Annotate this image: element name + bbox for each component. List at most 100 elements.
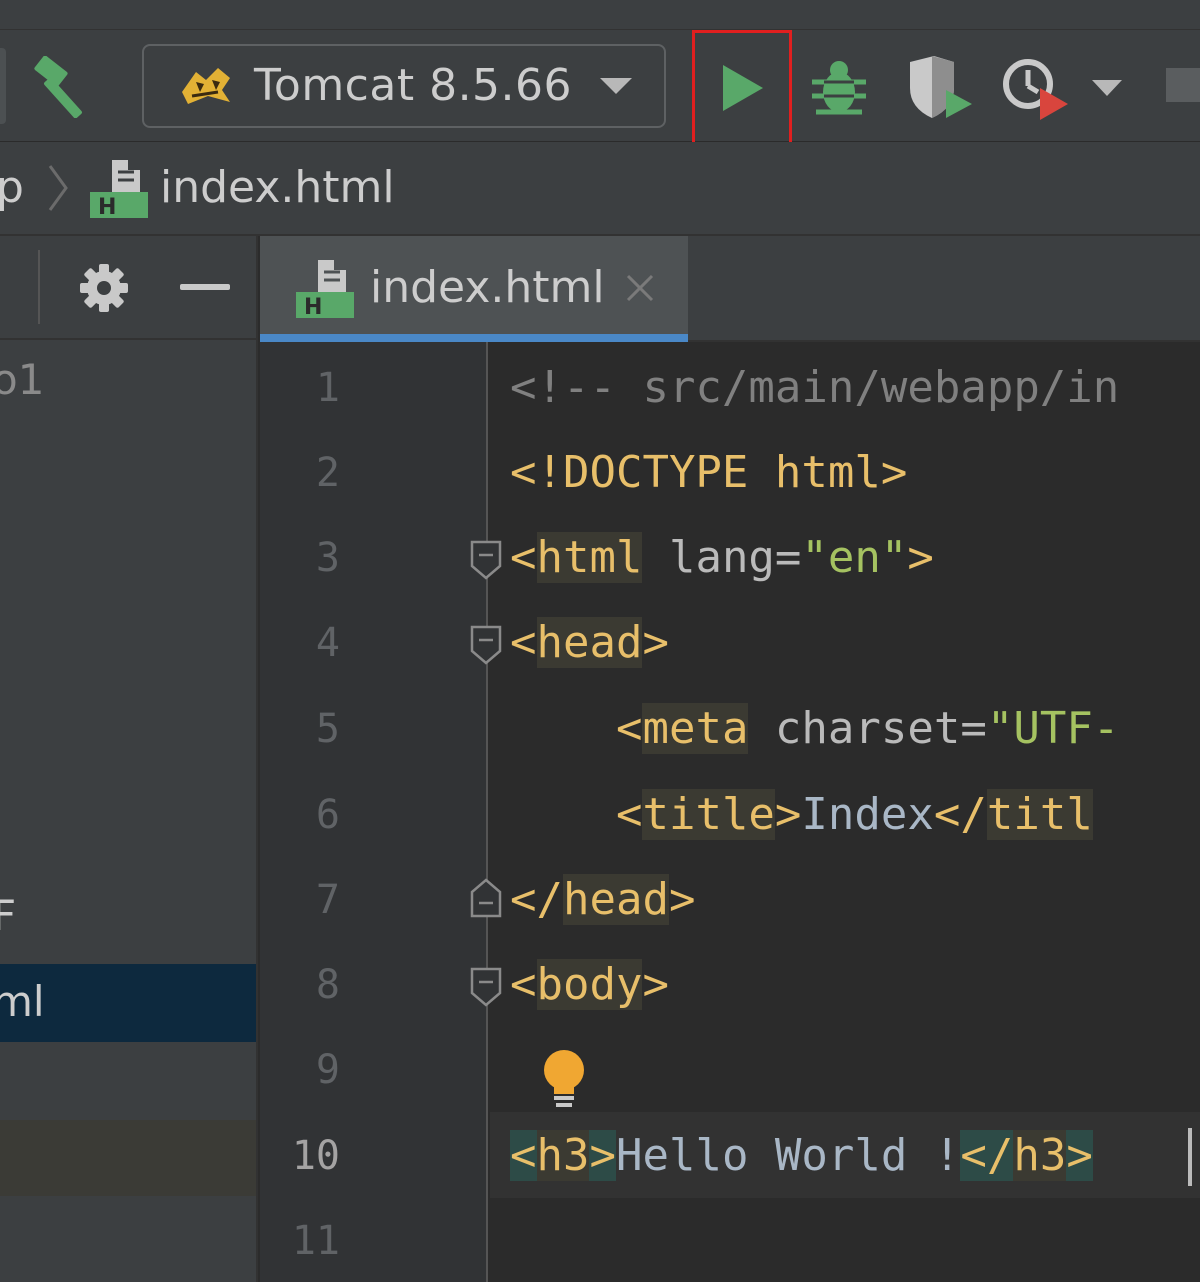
code-punc: > — [774, 789, 802, 840]
code-line-1: <!-- src/main/webapp/in — [510, 358, 1119, 418]
code-punc: > — [668, 874, 696, 925]
html-file-icon: H — [294, 258, 356, 320]
code-line-7: </head> — [510, 870, 695, 930]
line-number: 4 — [315, 620, 340, 666]
hammer-icon[interactable] — [32, 55, 98, 119]
code-punc: </ — [933, 789, 987, 840]
breadcrumb-parent[interactable]: p — [0, 160, 24, 216]
chevron-down-icon — [596, 74, 636, 98]
code-line-5: <meta charset="UTF- — [510, 699, 1119, 759]
code-tag: h3 — [1013, 1130, 1067, 1181]
code-tag: head — [562, 874, 669, 925]
panel-header-divider — [38, 250, 40, 324]
profile-icon — [1003, 59, 1068, 120]
tab-label: index.html — [370, 262, 605, 313]
code-punc: < — [615, 703, 643, 754]
svg-text:H: H — [304, 295, 322, 320]
title-strip — [0, 0, 1200, 30]
code-punc: </ — [510, 874, 563, 925]
code-line-8: <body> — [510, 955, 669, 1015]
run-configuration-label: Tomcat 8.5.66 — [254, 60, 573, 111]
code-punc: < — [510, 532, 537, 583]
close-icon[interactable] — [624, 272, 656, 304]
more-run-options-chevron-icon[interactable] — [1090, 78, 1124, 98]
profile-button[interactable] — [1000, 52, 1074, 122]
line-number: 6 — [315, 792, 340, 838]
code-tag: title — [642, 789, 775, 840]
line-number: 1 — [315, 365, 340, 411]
fold-icon[interactable] — [468, 965, 504, 1009]
debug-icon — [812, 61, 866, 115]
code-tag: html — [536, 532, 643, 583]
code-attr: charset= — [748, 703, 987, 754]
debug-button[interactable] — [808, 56, 870, 118]
svg-text:H: H — [98, 195, 116, 220]
code-punc: > — [642, 959, 669, 1010]
code-punc: > — [642, 617, 669, 668]
code-attr: lang= — [642, 532, 802, 583]
html-file-icon: H — [88, 158, 150, 220]
tree-item-selected[interactable]: ml — [0, 964, 256, 1042]
line-number: 2 — [315, 450, 340, 496]
breadcrumb-file-label[interactable]: index.html — [160, 160, 395, 216]
code-line-6: <title>Index</titl — [510, 785, 1093, 845]
line-number: 11 — [291, 1218, 340, 1264]
tomcat-icon — [178, 62, 234, 108]
code-tag: titl — [986, 789, 1093, 840]
code-punc: < — [615, 789, 643, 840]
line-number: 3 — [315, 535, 340, 581]
breadcrumb-separator-icon — [46, 160, 70, 216]
code-punc: > — [1066, 1130, 1093, 1181]
line-number: 9 — [315, 1047, 340, 1093]
text-caret — [1188, 1128, 1192, 1186]
code-comment: <!-- src/main/webapp/in — [510, 362, 1120, 413]
code-line-2: <!DOCTYPE html> — [510, 443, 907, 503]
code-editor[interactable]: 1 2 3 4 5 6 7 8 9 10 11 <!-- src/main/we… — [260, 342, 1200, 1282]
code-text: Hello World ! — [615, 1130, 961, 1181]
tree-item[interactable]: F — [0, 890, 16, 942]
line-number: 7 — [315, 877, 340, 923]
code-punc: < — [510, 1130, 537, 1181]
coverage-icon — [910, 56, 972, 118]
code-doctype: <!DOCTYPE html> — [510, 447, 908, 498]
fold-icon[interactable] — [468, 876, 504, 920]
code-value: "en" — [801, 532, 908, 583]
fold-icon[interactable] — [468, 623, 504, 667]
code-tag: meta — [642, 703, 749, 754]
code-punc: < — [510, 959, 537, 1010]
code-text: Index — [801, 789, 934, 840]
line-number-current: 10 — [291, 1133, 340, 1179]
run-configuration-select[interactable]: Tomcat 8.5.66 — [142, 44, 666, 128]
coverage-button[interactable] — [904, 54, 978, 122]
line-number: 5 — [315, 706, 340, 752]
code-line-10: <h3>Hello World !</h3> — [510, 1126, 1093, 1186]
lightbulb-icon[interactable] — [540, 1048, 588, 1110]
tree-item[interactable]: o1 — [0, 354, 44, 406]
minimize-icon[interactable] — [180, 284, 230, 290]
code-punc: < — [510, 617, 537, 668]
code-tag: body — [536, 959, 643, 1010]
run-button[interactable] — [692, 30, 792, 154]
editor-tab-bar: H index.html — [260, 236, 1200, 342]
tree-item-label: ml — [0, 977, 45, 1026]
tree-item-highlighted[interactable] — [0, 1120, 256, 1196]
tab-index-html[interactable]: H index.html — [260, 236, 688, 342]
breadcrumb: p H index.html — [0, 142, 1200, 236]
run-icon — [723, 65, 763, 111]
code-line-3: <html lang="en"> — [510, 528, 934, 588]
code-punc: > — [589, 1130, 616, 1181]
gear-icon[interactable] — [78, 262, 130, 314]
gutter-divider — [486, 342, 488, 1282]
fold-icon[interactable] — [468, 538, 504, 582]
line-number: 8 — [315, 962, 340, 1008]
code-line-4: <head> — [510, 613, 669, 673]
code-value: "UTF- — [986, 703, 1120, 754]
code-tag: head — [536, 617, 643, 668]
project-tool-window: o1 F ml — [0, 236, 258, 1282]
main-toolbar: Tomcat 8.5.66 — [0, 30, 1200, 154]
stop-button[interactable] — [1166, 68, 1200, 102]
project-panel-header — [0, 236, 256, 340]
code-punc: > — [907, 532, 934, 583]
toolbar-edge-button[interactable] — [0, 48, 6, 124]
code-punc: </ — [960, 1130, 1014, 1181]
